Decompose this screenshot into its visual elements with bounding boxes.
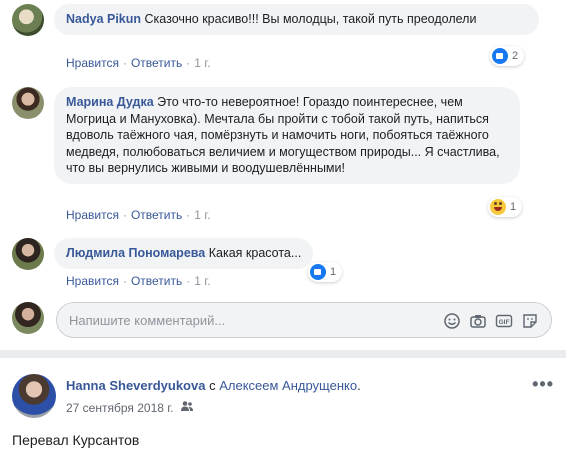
reaction-count: 1 — [510, 201, 517, 213]
avatar[interactable] — [12, 4, 44, 36]
like-link[interactable]: Нравится — [66, 56, 119, 70]
comment-input[interactable]: Напишите комментарий... GIF — [56, 302, 552, 338]
friends-icon[interactable] — [180, 400, 194, 415]
post-author-line: Hanna Sheverdyukova с Алексеем Андрущенк… — [66, 378, 361, 393]
gif-label: GIF — [499, 319, 510, 326]
comment-author[interactable]: Nadya Pikun — [66, 12, 141, 26]
camera-icon[interactable] — [469, 312, 487, 330]
like-link[interactable]: Нравится — [66, 208, 119, 222]
post-tagged-person[interactable]: Алексеем Андрущенко — [219, 378, 357, 393]
more-icon[interactable]: ••• — [532, 374, 554, 395]
reaction-count: 1 — [330, 266, 337, 278]
reply-link[interactable]: Ответить — [131, 274, 182, 288]
comment-text: Сказочно красиво!!! Вы молодцы, такой пу… — [144, 12, 477, 26]
reaction-badge[interactable]: 1 — [488, 197, 523, 217]
avatar[interactable] — [12, 238, 44, 270]
post-meta: 27 сентября 2018 г. — [66, 400, 194, 415]
reply-link[interactable]: Ответить — [131, 208, 182, 222]
comment-time[interactable]: 1 г. — [194, 56, 210, 70]
comment-bubble: Людмила Пономарева Какая красота... — [54, 238, 314, 269]
comment-actions: Нравится · Ответить · 1 г. — [66, 56, 211, 70]
comment-bubble: Nadya Pikun Сказочно красиво!!! Вы молод… — [54, 4, 539, 35]
comment-text: Какая красота... — [208, 246, 302, 260]
reaction-count: 2 — [512, 50, 519, 62]
comment-composer: Напишите комментарий... GIF — [12, 302, 552, 338]
post-with-prefix: с — [209, 378, 216, 393]
post-text: Перевал Курсантов — [12, 432, 140, 448]
post-date[interactable]: 27 сентября 2018 г. — [66, 401, 174, 415]
reaction-badge[interactable]: 2 — [490, 46, 525, 66]
like-link[interactable]: Нравится — [66, 274, 119, 288]
like-icon — [310, 264, 326, 280]
like-icon — [492, 48, 508, 64]
post-author-avatar[interactable] — [12, 374, 56, 418]
comment-author[interactable]: Людмила Пономарева — [66, 246, 205, 260]
reaction-badge[interactable]: 1 — [308, 262, 343, 282]
post-with-suffix: . — [357, 378, 361, 393]
comment-bubble: Марина Дудка Это что-то невероятное! Гор… — [54, 87, 520, 184]
post-author-name[interactable]: Hanna Sheverdyukova — [66, 378, 205, 393]
emoji-icon[interactable] — [443, 312, 461, 330]
reply-link[interactable]: Ответить — [131, 56, 182, 70]
comment-time[interactable]: 1 г. — [194, 274, 210, 288]
haha-icon — [490, 199, 506, 215]
sticker-icon[interactable] — [521, 312, 539, 330]
avatar[interactable] — [12, 87, 44, 119]
composer-tools: GIF — [443, 312, 539, 330]
avatar — [12, 302, 44, 334]
gif-icon[interactable]: GIF — [495, 312, 513, 330]
section-divider — [0, 350, 566, 358]
comment-input-placeholder: Напишите комментарий... — [69, 313, 226, 328]
comment-actions: Нравится · Ответить · 1 г. — [66, 274, 211, 288]
comment-author[interactable]: Марина Дудка — [66, 95, 154, 109]
comment-time[interactable]: 1 г. — [194, 208, 210, 222]
comment-actions: Нравится · Ответить · 1 г. — [66, 208, 211, 222]
